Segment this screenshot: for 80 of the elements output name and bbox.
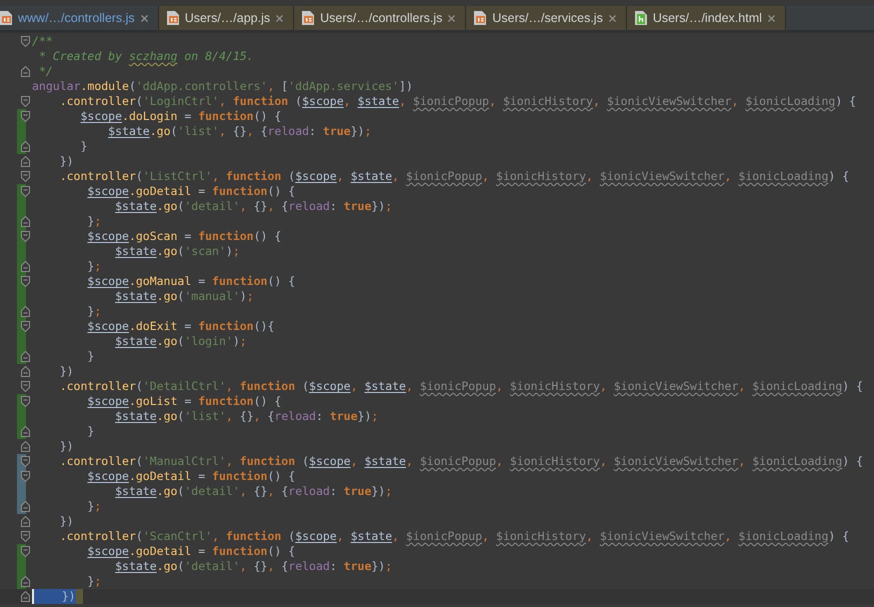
code-line: $state.go('detail', {}, {reload: true}); xyxy=(114,199,392,214)
code-line: /** xyxy=(32,34,53,49)
code-line: .controller('DetailCtrl', function ($scope, $state, $ionicPopup, $ionicHistory, $ionicViewSwitcher, $ionicLoading) { xyxy=(58,379,864,394)
js-file-icon xyxy=(166,11,179,25)
fold-icon[interactable] xyxy=(21,231,30,242)
editor-tab[interactable]: Users/…/controllers.js xyxy=(294,6,466,30)
code-line: .controller('ScanCtrl', function ($scope, $state, $ionicPopup, $ionicHistory, $ionicViewSwitcher, $ionicLoading) { xyxy=(58,529,850,544)
close-icon[interactable] xyxy=(140,14,148,22)
fold-icon[interactable] xyxy=(21,261,30,272)
code-line: $scope.goDetail = function() { xyxy=(86,544,296,559)
fold-icon[interactable] xyxy=(21,396,30,407)
editor-tab[interactable]: Users/…/services.js xyxy=(466,6,627,30)
fold-icon[interactable] xyxy=(21,276,30,287)
editor-tab[interactable]: Users/…/app.js xyxy=(158,6,294,30)
code-line: .controller('ListCtrl', function ($scope, $state, $ionicPopup, $ionicHistory, $ionicViewSwitcher, $ionicLoading) { xyxy=(58,169,850,184)
fold-icon[interactable] xyxy=(21,36,30,47)
code-line: $state.go('detail', {}, {reload: true}); xyxy=(114,559,392,574)
code-line: $state.go('scan'); xyxy=(114,244,240,259)
fold-icon[interactable] xyxy=(21,456,30,467)
code-line: .controller('LoginCtrl', function ($scope, $state, $ionicPopup, $ionicHistory, $ionicViewSwitcher, $ionicLoading) { xyxy=(58,94,856,109)
fold-icon[interactable] xyxy=(21,141,30,152)
fold-icon[interactable] xyxy=(21,216,30,227)
code-line: }) xyxy=(58,439,74,454)
code-line: $state.go('login'); xyxy=(114,334,247,349)
js-file-icon xyxy=(0,11,12,25)
fold-icon[interactable] xyxy=(21,171,30,182)
js-file-icon xyxy=(474,11,486,25)
fold-icon[interactable] xyxy=(21,501,30,512)
fold-icon[interactable] xyxy=(21,591,30,602)
code-line: } xyxy=(79,139,88,154)
code-line: $scope.goScan = function() { xyxy=(86,229,282,244)
fold-icon[interactable] xyxy=(21,471,30,482)
code-line: }) xyxy=(58,364,74,379)
editor-tab[interactable]: www/…/controllers.js xyxy=(0,6,159,30)
code-line: angular.module('ddApp.controllers', ['ddApp.services']) xyxy=(32,79,413,94)
code-line: $scope.goManual = function() { xyxy=(86,274,296,289)
fold-icon[interactable] xyxy=(21,516,30,527)
code-line: }; xyxy=(86,304,102,319)
code-line: $state.go('list', {}, {reload: true}); xyxy=(114,409,378,424)
code-line: }; xyxy=(86,574,102,589)
fold-icon[interactable] xyxy=(21,306,30,317)
fold-icon[interactable] xyxy=(21,546,30,557)
code-line: $scope.doLogin = function() { xyxy=(79,109,282,124)
fold-icon[interactable] xyxy=(21,156,30,167)
close-icon[interactable] xyxy=(768,14,775,22)
code-line: }; xyxy=(86,214,102,229)
fold-icon[interactable] xyxy=(21,186,30,197)
code-line: $scope.goDetail = function() { xyxy=(86,469,296,484)
fold-icon[interactable] xyxy=(21,321,30,332)
code-line: }) xyxy=(58,514,74,529)
code-line: } xyxy=(86,424,94,439)
code-line: */ xyxy=(38,64,53,79)
js-file-icon xyxy=(302,11,314,25)
fold-icon[interactable] xyxy=(21,351,30,362)
fold-icon[interactable] xyxy=(21,381,30,392)
fold-icon[interactable] xyxy=(21,66,30,77)
fold-icon[interactable] xyxy=(21,96,30,107)
fold-icon[interactable] xyxy=(21,426,30,437)
code-line: $scope.doExit = function(){ xyxy=(86,319,274,334)
code-line: $scope.goDetail = function() { xyxy=(86,184,296,199)
code-line: * Created by sczhang on 8/4/15. xyxy=(38,49,254,64)
editor-tab[interactable]: Users/…/index.html xyxy=(626,6,786,30)
fold-icon[interactable] xyxy=(21,576,30,587)
code-line: $state.go('manual'); xyxy=(114,289,254,304)
code-line: .controller('ManualCtrl', function ($scope, $state, $ionicPopup, $ionicHistory, $ionicViewSwitcher, $ionicLoading) { xyxy=(58,454,864,469)
code-line: }) xyxy=(58,154,74,169)
fold-icon[interactable] xyxy=(21,111,30,122)
code-line: }; xyxy=(86,499,102,514)
html-file-icon xyxy=(634,11,647,25)
fold-icon[interactable] xyxy=(21,366,30,377)
close-icon[interactable] xyxy=(448,14,456,22)
code-line: }; xyxy=(86,259,102,274)
code-line: } xyxy=(86,349,94,364)
code-line: $state.go('list', {}, {reload: true}); xyxy=(107,124,372,139)
close-icon[interactable] xyxy=(608,14,616,22)
code-line: $state.go('detail', {}, {reload: true}); xyxy=(114,484,392,499)
fold-icon[interactable] xyxy=(21,531,30,542)
close-icon[interactable] xyxy=(276,14,284,22)
fold-icon[interactable] xyxy=(21,441,30,452)
code-line: $scope.goList = function() { xyxy=(86,394,282,409)
